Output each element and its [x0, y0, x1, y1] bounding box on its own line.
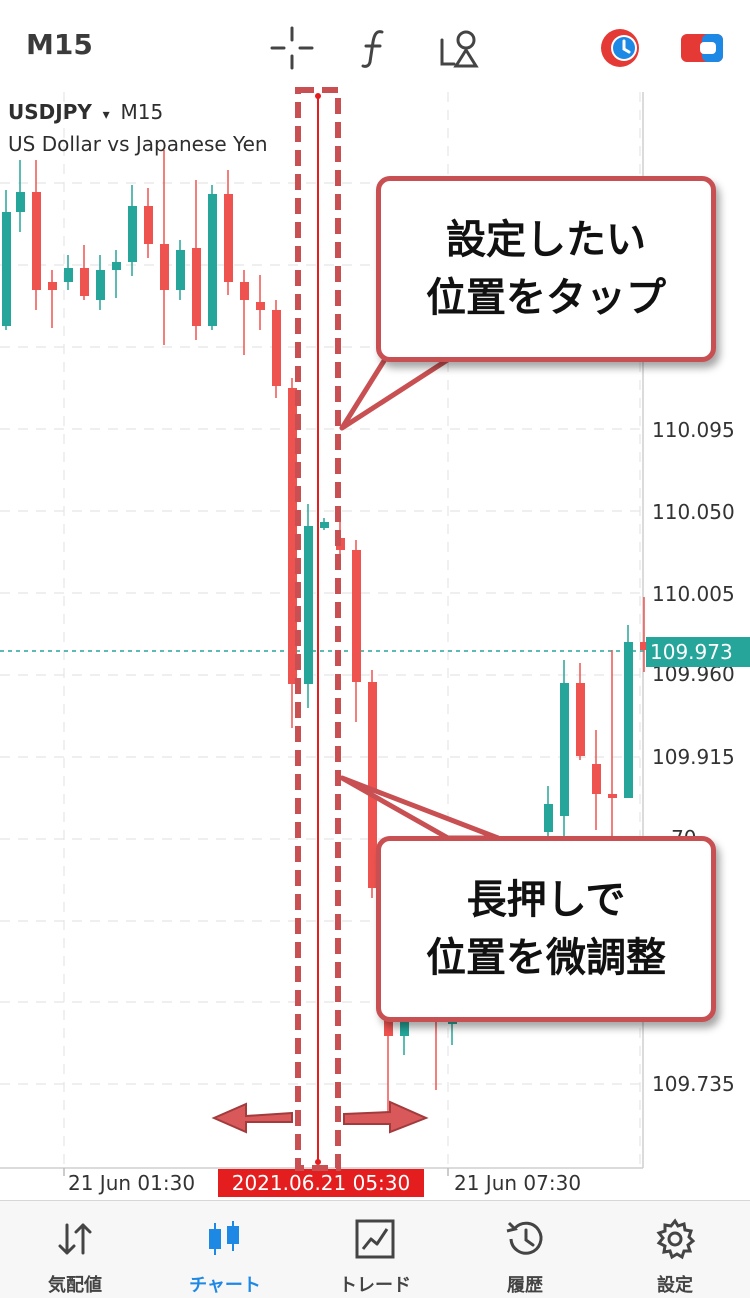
nav-quotes[interactable]: 気配値 [0, 1201, 150, 1298]
chart-icon [209, 1221, 239, 1255]
move-left-arrow [211, 1102, 293, 1134]
callout-bottom-line1: 長押しで [466, 877, 626, 923]
nav-chart[interactable]: チャート [150, 1201, 300, 1298]
nav-trade[interactable]: トレード [300, 1201, 450, 1298]
selection-dashed-box [295, 87, 341, 1171]
move-right-arrow [343, 1100, 429, 1134]
callout-top-line1: 設定したい [446, 217, 646, 263]
nav-label: チャート [189, 1275, 261, 1296]
nav-label: トレード [339, 1275, 411, 1296]
history-icon [506, 1221, 543, 1255]
trade-icon [355, 1219, 395, 1259]
nav-history[interactable]: 履歴 [450, 1201, 600, 1298]
callout-tail-bottom [339, 775, 501, 841]
callout-top: 設定したい 位置をタップ [376, 176, 716, 362]
callout-bottom-line2: 位置を微調整 [426, 935, 666, 981]
nav-label: 気配値 [48, 1275, 102, 1296]
nav-settings[interactable]: 設定 [600, 1201, 750, 1298]
nav-label: 設定 [657, 1275, 693, 1296]
nav-label: 履歴 [507, 1275, 543, 1296]
settings-icon [656, 1218, 696, 1260]
callout-bottom: 長押しで 位置を微調整 [376, 836, 716, 1022]
bottom-navigation: 気配値 チャート トレード 履歴 設定 [0, 1200, 750, 1298]
callout-top-line2: 位置をタップ [426, 275, 666, 321]
quotes-icon [58, 1223, 92, 1255]
